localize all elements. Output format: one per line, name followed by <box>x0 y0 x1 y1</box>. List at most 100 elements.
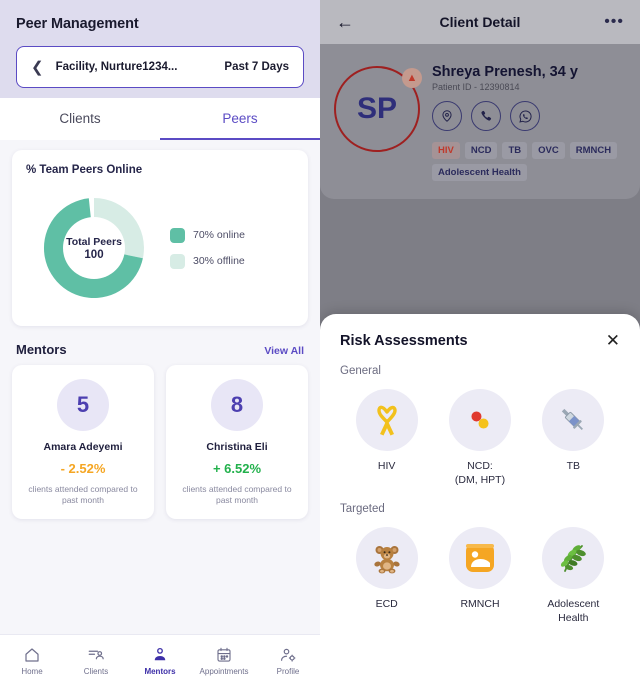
mentor-person-icon <box>150 646 170 664</box>
nav-item-home[interactable]: Home <box>0 646 64 676</box>
pill-glyph <box>464 404 496 436</box>
nav-item-clients[interactable]: Clients <box>64 646 128 676</box>
status-badge[interactable]: HIV <box>432 142 460 159</box>
ribbon-icon <box>356 389 418 451</box>
client-detail-title: Client Detail <box>320 14 640 30</box>
nav-item-mentors[interactable]: Mentors <box>128 646 192 676</box>
mentor-count-badge: 5 <box>57 379 109 431</box>
modal-header: Risk Assessments ✕ <box>340 332 620 349</box>
risk-item-adolescent-health[interactable]: Adolescent Health <box>527 527 620 625</box>
whatsapp-icon[interactable] <box>510 101 540 131</box>
section-label-general: General <box>340 365 620 377</box>
risk-item-tb[interactable]: TB <box>527 389 620 487</box>
tab-clients[interactable]: Clients <box>0 98 160 140</box>
nav-label: Clients <box>84 667 108 676</box>
peers-online-donut-chart: Total Peers 100 <box>32 186 156 310</box>
mentor-name: Amara Adeyemi <box>20 441 146 453</box>
whatsapp-glyph <box>518 109 533 124</box>
image-picture-glyph <box>465 543 495 573</box>
herb-leaf-icon <box>542 527 604 589</box>
chevron-left-icon[interactable]: ❮ <box>31 60 44 75</box>
mentor-note: clients attended compared to past month <box>20 484 146 507</box>
mentors-title: Mentors <box>16 342 67 357</box>
avatar: SP ▲ <box>334 66 420 152</box>
card-title: % Team Peers Online <box>26 164 294 176</box>
peer-management-panel: Peer Management ❮ Facility, Nurture1234.… <box>0 0 320 686</box>
status-badge[interactable]: NCD <box>465 142 498 159</box>
mentor-name: Christina Eli <box>174 441 300 453</box>
close-icon[interactable]: ✕ <box>606 332 620 349</box>
legend-label-offline: 30% offline <box>193 255 245 267</box>
nav-label: Profile <box>277 667 300 676</box>
more-options-icon[interactable]: ••• <box>604 14 624 30</box>
client-patient-id: Patient ID - 12390814 <box>432 82 626 92</box>
client-detail-panel: ← Client Detail ••• SP ▲ Shreya Prenesh,… <box>320 0 640 686</box>
mentor-delta: + 6.52% <box>174 461 300 476</box>
risk-item-label: ECD <box>340 598 433 612</box>
risk-item-label: Adolescent Health <box>527 598 620 625</box>
client-info: Shreya Prenesh, 34 y Patient ID - 123908… <box>432 58 626 181</box>
bottom-navigation: Home Clients Mentors <box>0 634 320 686</box>
risk-assessment-row-general: HIV NCD: (DM, HPT) <box>340 389 620 487</box>
syringe-glyph <box>557 404 589 436</box>
clients-list-icon <box>86 646 106 664</box>
teddy-bear-icon <box>356 527 418 589</box>
mentor-note: clients attended compared to past month <box>174 484 300 507</box>
risk-item-hiv[interactable]: HIV <box>340 389 433 487</box>
donut-hole <box>63 217 125 279</box>
syringe-icon <box>542 389 604 451</box>
nav-item-appointments[interactable]: Appointments <box>192 646 256 676</box>
nav-item-profile[interactable]: Profile <box>256 646 320 676</box>
phone-icon[interactable] <box>471 101 501 131</box>
client-tags: HIV NCD TB OVC RMNCH Adolescent Health <box>432 142 626 181</box>
status-badge[interactable]: TB <box>502 142 527 159</box>
legend-swatch-online <box>170 228 185 243</box>
risk-item-label: RMNCH <box>433 598 526 612</box>
risk-assessment-row-targeted: ECD RMNCH <box>340 527 620 625</box>
mentor-delta: - 2.52% <box>20 461 146 476</box>
facility-name-label: Facility, Nurture1234... <box>56 61 178 73</box>
client-summary-card: SP ▲ Shreya Prenesh, 34 y Patient ID - 1… <box>320 44 640 199</box>
risk-item-ncd[interactable]: NCD: (DM, HPT) <box>433 389 526 487</box>
tab-peers[interactable]: Peers <box>160 98 320 140</box>
client-detail-header: ← Client Detail ••• <box>320 0 640 44</box>
left-content: % Team Peers Online Total Peers 100 <box>0 140 320 680</box>
view-all-link[interactable]: View All <box>264 345 304 357</box>
herb-leaf-glyph <box>557 542 589 574</box>
mentor-card[interactable]: 8 Christina Eli + 6.52% clients attended… <box>166 365 308 519</box>
page-title: Peer Management <box>16 16 304 32</box>
legend-swatch-offline <box>170 254 185 269</box>
section-label-targeted: Targeted <box>340 503 620 515</box>
risk-item-ecd[interactable]: ECD <box>340 527 433 625</box>
risk-item-label: TB <box>527 460 620 474</box>
mentor-card[interactable]: 5 Amara Adeyemi - 2.52% clients attended… <box>12 365 154 519</box>
team-peers-online-card: % Team Peers Online Total Peers 100 <box>12 150 308 326</box>
mentor-count-badge: 8 <box>211 379 263 431</box>
risk-item-label: HIV <box>340 460 433 474</box>
image-picture-icon <box>449 527 511 589</box>
ribbon-glyph <box>372 403 402 437</box>
teddy-bear-glyph <box>371 542 403 574</box>
home-icon <box>22 646 42 664</box>
facility-selector[interactable]: ❮ Facility, Nurture1234... Past 7 Days <box>16 46 304 88</box>
donut-svg <box>32 186 156 310</box>
warning-triangle-icon: ▲ <box>402 68 422 88</box>
risk-assessments-modal: Risk Assessments ✕ General HIV <box>320 314 640 686</box>
date-range-label[interactable]: Past 7 Days <box>224 61 289 73</box>
status-badge[interactable]: OVC <box>532 142 565 159</box>
donut-legend: 70% online 30% offline <box>170 228 245 269</box>
tab-bar: Clients Peers <box>0 98 320 140</box>
left-header: Peer Management ❮ Facility, Nurture1234.… <box>0 0 320 98</box>
nav-label: Home <box>21 667 42 676</box>
risk-item-rmnch[interactable]: RMNCH <box>433 527 526 625</box>
app-screen: Peer Management ❮ Facility, Nurture1234.… <box>0 0 640 686</box>
nav-label: Mentors <box>144 667 175 676</box>
donut-chart-wrap: Total Peers 100 70% online 30% offline <box>26 182 294 310</box>
legend-item-offline: 30% offline <box>170 254 245 269</box>
status-badge[interactable]: RMNCH <box>570 142 617 159</box>
client-name: Shreya Prenesh, 34 y <box>432 64 626 80</box>
arrow-left-icon[interactable]: ← <box>336 13 354 31</box>
location-pin-icon[interactable] <box>432 101 462 131</box>
status-badge[interactable]: Adolescent Health <box>432 164 527 181</box>
mentors-section-header: Mentors View All <box>16 342 304 357</box>
